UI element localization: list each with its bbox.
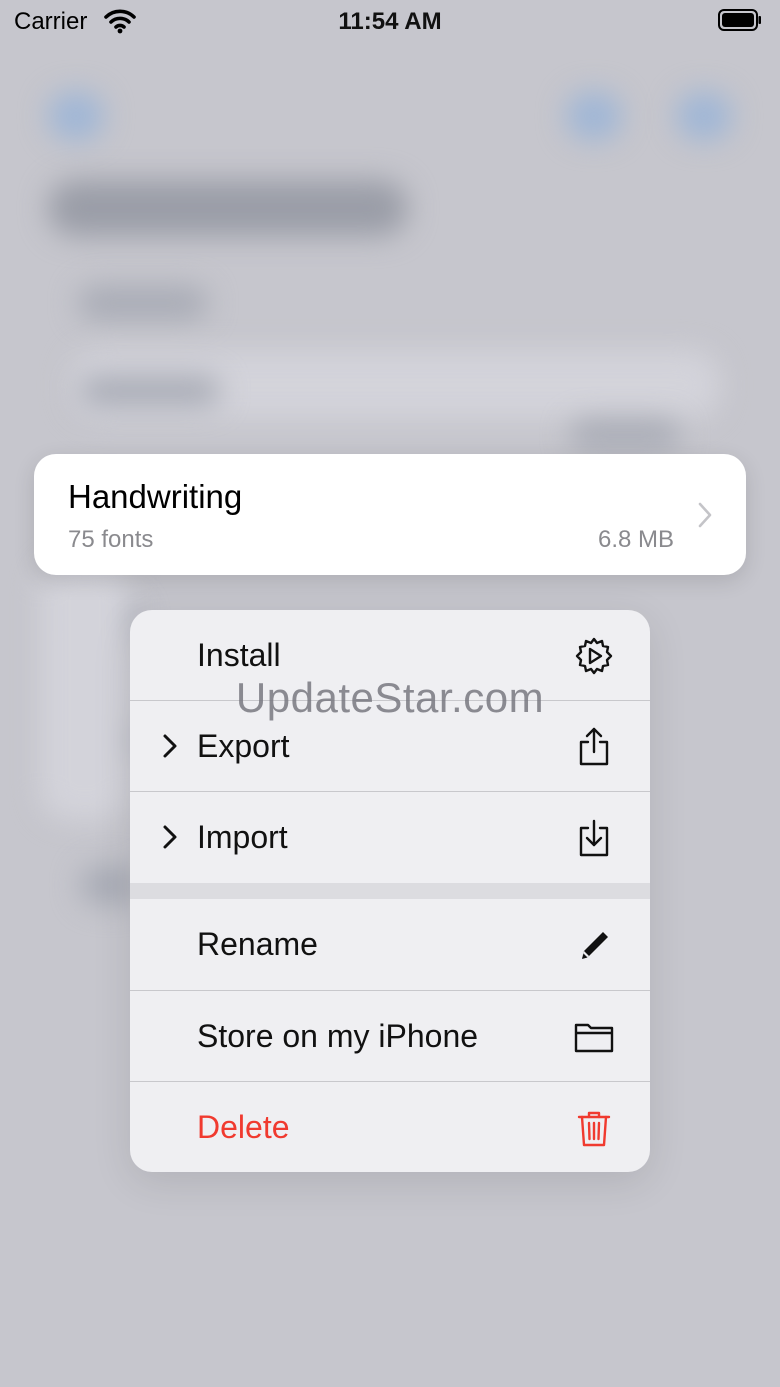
status-bar: Carrier 11:54 AM: [0, 0, 780, 44]
collection-title: Handwriting: [68, 478, 243, 515]
collection-font-count: 75 fonts: [68, 526, 154, 553]
menu-section-separator: [130, 883, 650, 899]
blurred-nav-button: [48, 92, 104, 140]
blurred-row: [78, 286, 208, 320]
menu-item-label: Import: [197, 819, 288, 855]
chevron-right-icon: [163, 825, 177, 849]
menu-item-delete[interactable]: Delete: [130, 1082, 650, 1172]
watermark-text: UpdateStar.com: [235, 674, 545, 721]
blurred-row: [570, 420, 680, 450]
trash-icon: [577, 1111, 611, 1147]
menu-item-label: Delete: [197, 1109, 290, 1145]
status-time: 11:54 AM: [338, 8, 442, 35]
gear-play-icon: [575, 637, 613, 675]
blurred-nav-button: [566, 92, 622, 140]
menu-item-store-on-iphone[interactable]: Store on my iPhone: [130, 991, 650, 1081]
menu-item-rename[interactable]: Rename: [130, 899, 650, 989]
collection-size: 6.8 MB: [597, 526, 674, 553]
menu-item-import[interactable]: Import: [130, 792, 650, 882]
chevron-right-icon: [163, 734, 177, 758]
folder-icon: [574, 1023, 614, 1053]
menu-item-label: Store on my iPhone: [197, 1018, 479, 1054]
blurred-large-title: [48, 180, 408, 236]
menu-item-label: Install: [197, 637, 281, 673]
blurred-row: [80, 376, 220, 406]
blurred-nav-button: [676, 92, 732, 140]
battery-icon: [718, 9, 761, 31]
download-icon: [579, 819, 609, 857]
chevron-right-icon: [698, 502, 712, 528]
menu-item-label: Rename: [197, 926, 318, 962]
share-icon: [579, 727, 609, 766]
menu-item-label: Export: [197, 728, 290, 764]
collection-card[interactable]: Handwriting 75 fonts 6.8 MB: [34, 454, 746, 575]
pencil-icon: [582, 932, 608, 959]
